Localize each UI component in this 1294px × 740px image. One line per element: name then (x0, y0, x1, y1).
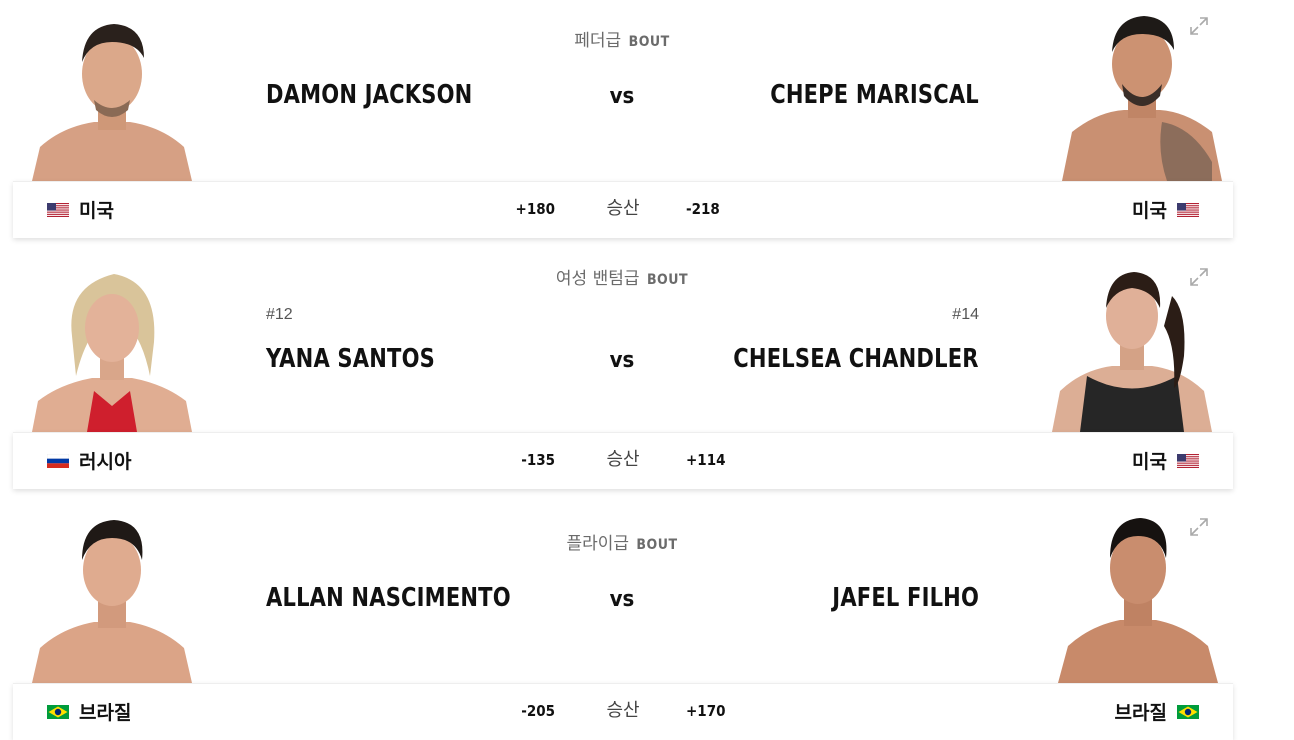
country-name: 브라질 (1114, 702, 1167, 724)
country-name: 미국 (1132, 451, 1167, 473)
bout-label: BOUT (628, 34, 670, 50)
us-flag-icon (1177, 202, 1199, 217)
odds-right: +114 (686, 451, 726, 469)
weight-class: 페더급 (574, 31, 622, 51)
odds-label: 승산 (606, 198, 640, 219)
country-right: 미국 (1132, 447, 1199, 474)
odds-bar: 러시아 -135 승산 +114 미국 (13, 432, 1233, 489)
fighter-name-left[interactable]: ALLAN NASCIMENTO (266, 583, 511, 613)
weight-class-label: 페더급 BOUT (472, 26, 772, 51)
country-name: 미국 (79, 200, 114, 222)
country-name: 러시아 (79, 451, 132, 473)
country-right: 미국 (1132, 196, 1199, 223)
vs-label: vs (609, 348, 635, 373)
weight-class: 플라이급 (566, 534, 630, 554)
weight-class-label: 플라이급 BOUT (472, 529, 772, 554)
odds-right: +170 (686, 702, 726, 720)
country-name: 브라질 (79, 702, 132, 724)
odds-label: 승산 (606, 449, 640, 470)
country-left: 브라질 (47, 698, 131, 725)
weight-class-label: 여성 밴텀급 BOUT (472, 264, 772, 289)
country-right: 브라질 (1115, 698, 1199, 725)
us-flag-icon (1177, 453, 1199, 468)
br-flag-icon (47, 704, 69, 719)
odds-left: -205 (521, 702, 555, 720)
fighter-photo-right[interactable] (1052, 266, 1212, 432)
odds-bar: 미국 +180 승산 -218 미국 (13, 181, 1233, 238)
odds-label: 승산 (606, 700, 640, 721)
bout-label: BOUT (646, 272, 689, 288)
fighter-name-right[interactable]: JAFEL FILHO (832, 583, 979, 613)
country-name: 미국 (1132, 200, 1167, 222)
weight-class: 여성 밴텀급 (555, 269, 640, 289)
country-left: 러시아 (47, 447, 131, 474)
odds-left: -135 (521, 451, 555, 469)
country-left: 미국 (47, 196, 114, 223)
odds-right: -218 (686, 200, 720, 218)
odds-bar: 브라질 -205 승산 +170 브라질 (13, 683, 1233, 740)
bout-label: BOUT (636, 537, 678, 553)
fighter-name-right[interactable]: CHELSEA CHANDLER (734, 344, 979, 374)
fighter-photo-left[interactable] (32, 516, 192, 683)
bout-card: 여성 밴텀급 BOUT #12 YANA SANTOS vs #14 CHELS… (0, 250, 1294, 490)
fighter-photo-right[interactable] (1058, 516, 1218, 683)
fighter-name-right[interactable]: CHEPE MARISCAL (770, 80, 979, 110)
vs-label: vs (609, 587, 635, 612)
bout-card: 페더급 BOUT DAMON JACKSON vs CHEPE MARISCAL (0, 0, 1294, 240)
odds-left: +180 (515, 200, 555, 218)
fighter-rank-left: #12 (266, 306, 293, 323)
fighter-photo-left[interactable] (32, 12, 192, 181)
bout-card: 플라이급 BOUT ALLAN NASCIMENTO vs JAFEL FILH… (0, 500, 1294, 740)
fighter-rank-right: #14 (952, 306, 979, 323)
fighter-name-left[interactable]: DAMON JACKSON (266, 80, 472, 110)
fighter-photo-left[interactable] (32, 266, 192, 432)
vs-label: vs (609, 84, 635, 109)
fighter-name-left[interactable]: YANA SANTOS (266, 344, 435, 374)
ru-flag-icon (47, 453, 69, 468)
fighter-photo-right[interactable] (1062, 12, 1222, 181)
us-flag-icon (47, 202, 69, 217)
br-flag-icon (1177, 704, 1199, 719)
